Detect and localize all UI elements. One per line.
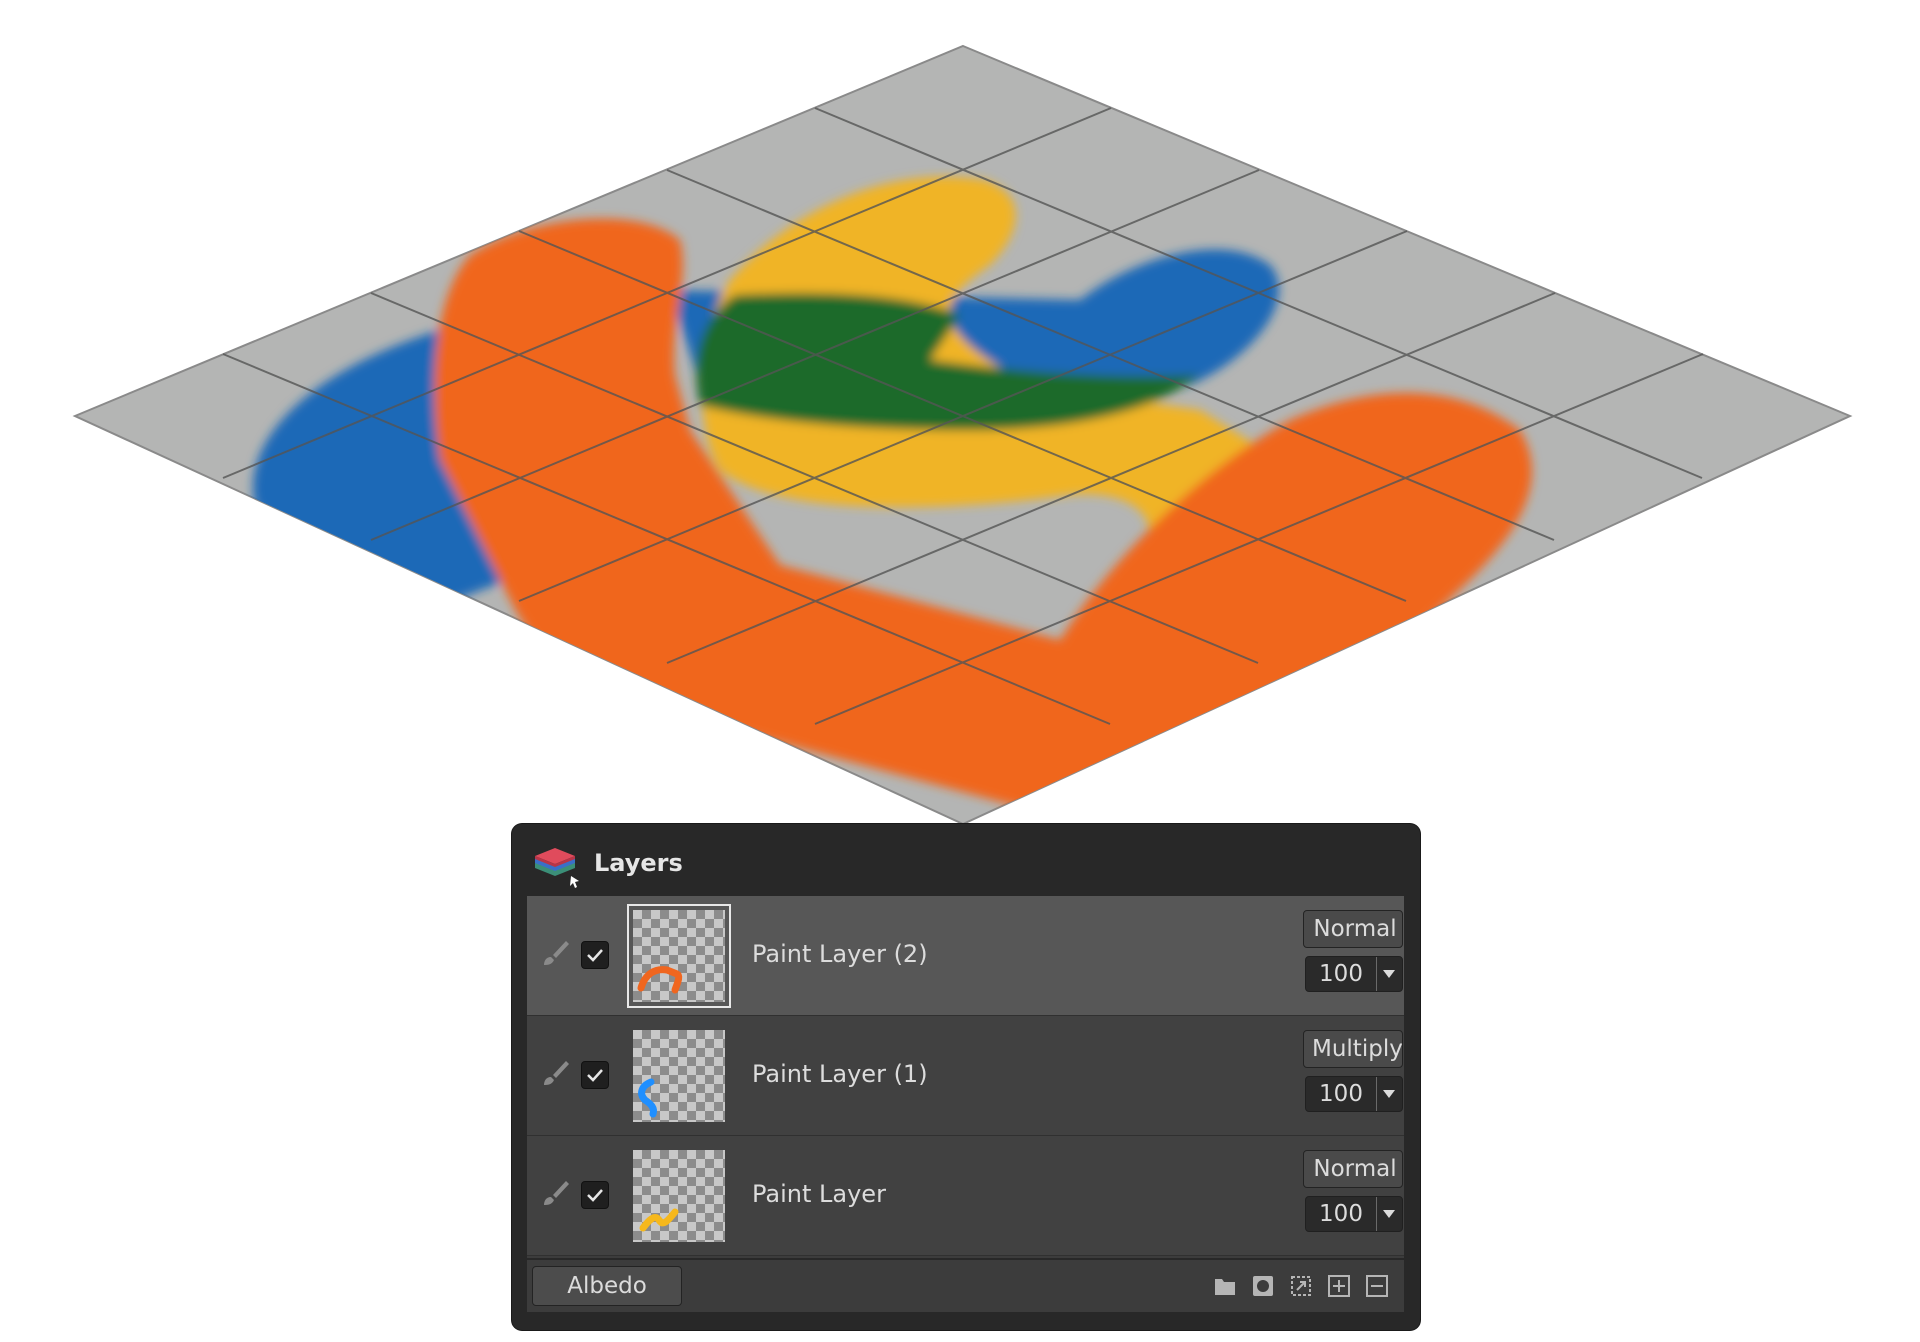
brush-icon[interactable]: [539, 1058, 571, 1090]
layer-thumbnail[interactable]: [633, 1030, 725, 1122]
opacity-field[interactable]: 100: [1305, 956, 1403, 992]
layers-icon: [535, 848, 579, 888]
layer-thumbnail[interactable]: [633, 1150, 725, 1242]
layers-panel: Layers Paint Layer (2) Normal 100 Paint …: [512, 824, 1420, 1330]
folder-icon[interactable]: [1213, 1274, 1237, 1298]
panel-footer: Albedo: [527, 1260, 1404, 1312]
dropdown-arrow-icon[interactable]: [1382, 1088, 1396, 1100]
blend-mode-dropdown[interactable]: Normal: [1303, 1150, 1403, 1188]
layer-name: Paint Layer (1): [752, 1060, 928, 1088]
remove-layer-icon[interactable]: [1365, 1274, 1389, 1298]
layer-thumbnail[interactable]: [627, 904, 731, 1008]
opacity-field[interactable]: 100: [1305, 1076, 1403, 1112]
orange-stroke-preview: [637, 966, 683, 994]
layer-list: Paint Layer (2) Normal 100 Paint Layer (…: [527, 896, 1404, 1258]
opacity-field[interactable]: 100: [1305, 1196, 1403, 1232]
visibility-checkbox[interactable]: [581, 941, 609, 969]
layer-name: Paint Layer (2): [752, 940, 928, 968]
brush-icon[interactable]: [539, 938, 571, 970]
visibility-checkbox[interactable]: [581, 1061, 609, 1089]
checkmark-icon: [587, 949, 603, 962]
blend-mode-dropdown[interactable]: Multiply: [1303, 1030, 1403, 1068]
resize-icon[interactable]: [1289, 1274, 1313, 1298]
add-layer-icon[interactable]: [1327, 1274, 1351, 1298]
mask-icon[interactable]: [1251, 1274, 1275, 1298]
checkmark-icon: [587, 1069, 603, 1082]
checkmark-icon: [587, 1189, 603, 1202]
opacity-value[interactable]: 100: [1306, 957, 1377, 991]
dropdown-arrow-icon[interactable]: [1382, 1208, 1396, 1220]
yellow-stroke-preview: [639, 1208, 679, 1232]
opacity-value[interactable]: 100: [1306, 1197, 1377, 1231]
brush-icon[interactable]: [539, 1178, 571, 1210]
panel-header: Layers: [512, 824, 1420, 896]
blue-stroke-preview: [638, 1078, 657, 1118]
visibility-checkbox[interactable]: [581, 1181, 609, 1209]
blend-mode-dropdown[interactable]: Normal: [1303, 910, 1403, 948]
layer-row[interactable]: Paint Layer (1) Multiply 100: [527, 1016, 1404, 1136]
layer-name: Paint Layer: [752, 1180, 886, 1208]
channel-button[interactable]: Albedo: [532, 1266, 682, 1306]
layer-row[interactable]: Paint Layer (2) Normal 100: [527, 896, 1404, 1016]
panel-title: Layers: [594, 849, 683, 877]
layer-row[interactable]: Paint Layer Normal 100: [527, 1136, 1404, 1256]
opacity-value[interactable]: 100: [1306, 1077, 1377, 1111]
dropdown-arrow-icon[interactable]: [1382, 968, 1396, 980]
